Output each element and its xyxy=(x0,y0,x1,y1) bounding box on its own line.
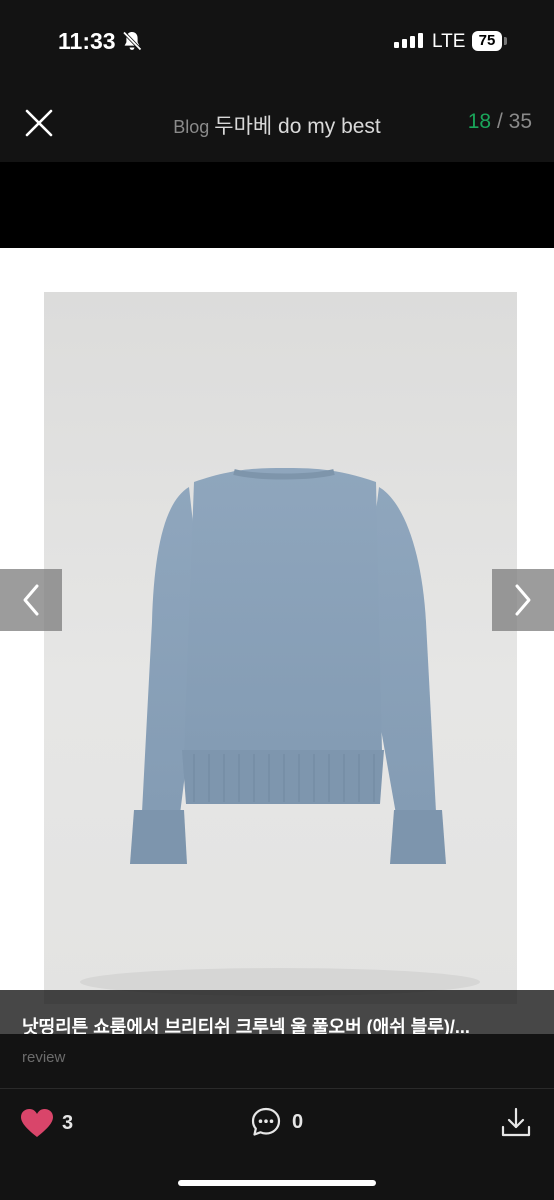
battery-icon: 75 xyxy=(472,31,502,51)
sweater-image xyxy=(80,468,480,996)
counter-separator: / xyxy=(496,110,503,133)
comment-count: 0 xyxy=(292,1110,304,1133)
like-count: 3 xyxy=(62,1111,74,1134)
caption-area xyxy=(0,1034,554,1088)
status-bar: 11:33 LTE 75 xyxy=(0,0,554,84)
post-category: review xyxy=(22,1049,66,1066)
comment-icon xyxy=(251,1107,281,1136)
counter-current: 18 xyxy=(467,110,492,133)
clock: 11:33 xyxy=(58,28,116,54)
like-button[interactable]: 3 xyxy=(20,1107,80,1139)
photo-viewer[interactable] xyxy=(0,248,554,1034)
counter-total: 35 xyxy=(508,110,532,133)
blog-label: Blog xyxy=(173,117,210,137)
bell-slash-icon xyxy=(122,31,142,51)
network-type: LTE xyxy=(432,31,466,52)
comment-button[interactable]: 0 xyxy=(250,1106,310,1138)
battery-cap xyxy=(504,37,507,45)
chevron-left-icon[interactable] xyxy=(0,569,62,631)
download-icon[interactable] xyxy=(499,1105,533,1139)
product-photo xyxy=(44,292,517,1004)
cellular-signal-icon xyxy=(394,33,423,48)
blog-name: 두마베 do my best xyxy=(214,115,381,138)
home-indicator[interactable] xyxy=(178,1180,376,1186)
letterbox-band xyxy=(0,162,554,248)
image-counter: 18 / 35 xyxy=(468,110,532,134)
heart-icon xyxy=(21,1109,53,1137)
viewer-header: Blog 두마베 do my best 18 / 35 xyxy=(0,84,554,162)
chevron-right-icon[interactable] xyxy=(492,569,554,631)
